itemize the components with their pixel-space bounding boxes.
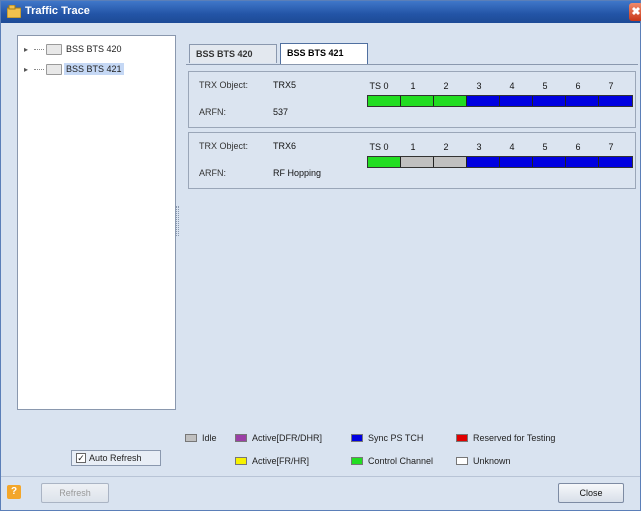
ts-label-7: 7 bbox=[608, 81, 614, 91]
ts-label-5: 5 bbox=[542, 81, 548, 91]
tree-item-bts-420[interactable]: ▸ BSS BTS 420 bbox=[24, 41, 124, 57]
timeslot-1 bbox=[401, 96, 434, 106]
legend-idle: Idle bbox=[185, 433, 217, 443]
auto-refresh-checkbox[interactable]: ✓ Auto Refresh bbox=[71, 450, 161, 466]
timeslot-0 bbox=[368, 157, 401, 167]
ts-label-5: 5 bbox=[542, 142, 548, 152]
auto-refresh-label: Auto Refresh bbox=[89, 453, 142, 463]
legend-swatch bbox=[351, 434, 363, 442]
ts-label-0: TS 0 bbox=[369, 81, 389, 91]
folder-icon bbox=[46, 63, 62, 75]
tab-content: TRX Object: TRX5 ARFN: 537 TS 0 1 2 3 4 … bbox=[186, 64, 638, 409]
legend-swatch bbox=[351, 457, 363, 465]
timeslot-6 bbox=[566, 157, 599, 167]
timeslot-7 bbox=[599, 157, 632, 167]
bts-tree: ▸ BSS BTS 420 ▸ BSS BTS 421 bbox=[17, 35, 176, 410]
timeslot-4 bbox=[500, 96, 533, 106]
trx-object-label: TRX Object: bbox=[199, 141, 249, 151]
trx-object-value: TRX5 bbox=[273, 80, 297, 90]
trx-object-value: TRX6 bbox=[273, 141, 297, 151]
ts-label-2: 2 bbox=[443, 142, 449, 152]
split-pane-handle[interactable] bbox=[176, 206, 179, 236]
arfn-value: 537 bbox=[273, 107, 289, 117]
arfn-value: RF Hopping bbox=[273, 168, 322, 178]
timeslot-4 bbox=[500, 157, 533, 167]
tree-item-bts-421[interactable]: ▸ BSS BTS 421 bbox=[24, 61, 124, 77]
legend-active-dfr: Active[DFR/DHR] bbox=[235, 433, 322, 443]
trx-panel-1: TRX Object: TRX5 ARFN: 537 TS 0 1 2 3 4 … bbox=[188, 71, 636, 128]
tab-bts-421[interactable]: BSS BTS 421 bbox=[280, 43, 368, 64]
help-icon[interactable]: ? bbox=[7, 485, 21, 499]
ts-label-1: 1 bbox=[410, 81, 416, 91]
timeslot-7 bbox=[599, 96, 632, 106]
title-bar[interactable]: Traffic Trace ✖ bbox=[1, 1, 641, 23]
app-icon bbox=[7, 5, 21, 18]
arfn-label: ARFN: bbox=[199, 107, 226, 117]
legend-swatch bbox=[235, 434, 247, 442]
timeslot-bar-1 bbox=[367, 95, 633, 107]
legend-label: Active[FR/HR] bbox=[252, 456, 310, 466]
tree-connector bbox=[34, 48, 44, 50]
tree-item-label: BSS BTS 421 bbox=[64, 63, 124, 75]
trx-object-label: TRX Object: bbox=[199, 80, 249, 90]
bottom-bar: ? Refresh Close bbox=[1, 476, 640, 510]
ts-label-7: 7 bbox=[608, 142, 614, 152]
legend-active-fr: Active[FR/HR] bbox=[235, 456, 309, 466]
ts-label-3: 3 bbox=[476, 81, 482, 91]
ts-label-2: 2 bbox=[443, 81, 449, 91]
arfn-label: ARFN: bbox=[199, 168, 226, 178]
legend-swatch bbox=[456, 457, 468, 465]
timeslot-bar-2 bbox=[367, 156, 633, 168]
ts-label-0: TS 0 bbox=[369, 142, 389, 152]
tab-bts-420[interactable]: BSS BTS 420 bbox=[189, 44, 277, 63]
legend-reserved: Reserved for Testing bbox=[456, 433, 555, 443]
traffic-trace-window: Traffic Trace ✖ ▸ BSS BTS 420 ▸ BSS BTS … bbox=[0, 0, 641, 511]
ts-label-1: 1 bbox=[410, 142, 416, 152]
tree-item-label: BSS BTS 420 bbox=[66, 44, 122, 54]
timeslot-5 bbox=[533, 96, 566, 106]
legend-swatch bbox=[185, 434, 197, 442]
refresh-button[interactable]: Refresh bbox=[41, 483, 109, 503]
folder-icon bbox=[46, 43, 62, 55]
ts-label-4: 4 bbox=[509, 81, 515, 91]
close-button[interactable]: Close bbox=[558, 483, 624, 503]
ts-label-3: 3 bbox=[476, 142, 482, 152]
timeslot-5 bbox=[533, 157, 566, 167]
legend-swatch bbox=[235, 457, 247, 465]
legend-label: Sync PS TCH bbox=[368, 433, 424, 443]
expand-icon[interactable]: ▸ bbox=[24, 45, 34, 54]
checkbox-check-icon[interactable]: ✓ bbox=[76, 453, 86, 463]
ts-label-6: 6 bbox=[575, 81, 581, 91]
legend-label: Control Channel bbox=[368, 456, 434, 466]
window-close-button[interactable]: ✖ bbox=[629, 3, 641, 21]
timeslot-2 bbox=[434, 96, 467, 106]
legend-swatch bbox=[456, 434, 468, 442]
legend-sync-ps-tch: Sync PS TCH bbox=[351, 433, 423, 443]
legend-label: Unknown bbox=[473, 456, 511, 466]
expand-icon[interactable]: ▸ bbox=[24, 65, 34, 74]
window-title: Traffic Trace bbox=[25, 5, 90, 17]
timeslot-1 bbox=[401, 157, 434, 167]
timeslot-0 bbox=[368, 96, 401, 106]
timeslot-2 bbox=[434, 157, 467, 167]
legend-label: Idle bbox=[202, 433, 217, 443]
timeslot-3 bbox=[467, 157, 500, 167]
timeslot-3 bbox=[467, 96, 500, 106]
trx-panel-2: TRX Object: TRX6 ARFN: RF Hopping TS 0 1… bbox=[188, 132, 636, 189]
tree-connector bbox=[34, 68, 44, 70]
legend-unknown: Unknown bbox=[456, 456, 511, 466]
ts-label-6: 6 bbox=[575, 142, 581, 152]
timeslot-6 bbox=[566, 96, 599, 106]
legend-label: Active[DFR/DHR] bbox=[252, 433, 323, 443]
legend-label: Reserved for Testing bbox=[473, 433, 556, 443]
ts-label-4: 4 bbox=[509, 142, 515, 152]
legend-control-channel: Control Channel bbox=[351, 456, 433, 466]
